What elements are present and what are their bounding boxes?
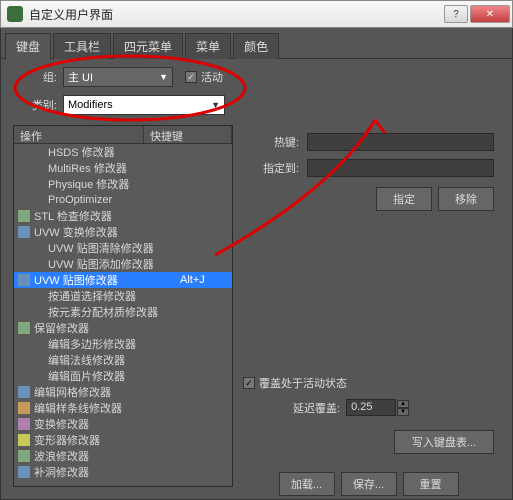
list-item[interactable]: 变形器修改器 bbox=[14, 432, 232, 448]
item-icon bbox=[18, 466, 30, 478]
write-keyboard-button[interactable]: 写入键盘表... bbox=[394, 430, 494, 454]
list-body[interactable]: HSDS 修改器MultiRes 修改器Physique 修改器 ProOptim… bbox=[14, 144, 232, 487]
list-item[interactable]: 补洞修改器 bbox=[14, 464, 232, 480]
override-label: 覆盖处于活动状态 bbox=[259, 375, 347, 391]
category-label: 类别: bbox=[11, 97, 57, 113]
active-label: 活动 bbox=[201, 69, 223, 85]
item-text: 编辑多边形修改器 bbox=[48, 336, 180, 352]
item-text: 按元素分配材质修改器 bbox=[48, 304, 180, 320]
item-text: 波浪修改器 bbox=[34, 448, 180, 464]
list-item[interactable]: 编辑多边形修改器 bbox=[14, 336, 232, 352]
tab-quadmenu[interactable]: 四元菜单 bbox=[113, 33, 183, 59]
category-value: Modifiers bbox=[68, 99, 113, 111]
assignto-label: 指定到: bbox=[243, 160, 299, 176]
assign-button[interactable]: 指定 bbox=[376, 187, 432, 211]
item-text: UVW 变换修改器 bbox=[34, 224, 180, 240]
item-icon bbox=[18, 322, 30, 334]
item-icon bbox=[18, 418, 30, 430]
delay-label: 延迟覆盖: bbox=[293, 400, 340, 416]
item-shortcut: Alt+J bbox=[180, 274, 230, 286]
item-icon bbox=[18, 274, 30, 286]
category-combo[interactable]: Modifiers ▼ bbox=[63, 95, 225, 115]
item-text: UVW 贴图清除修改器 bbox=[48, 240, 180, 256]
close-button[interactable]: ✕ bbox=[470, 5, 510, 23]
spin-down-icon[interactable]: ▼ bbox=[397, 408, 409, 416]
item-text: 按通道选择修改器 bbox=[48, 288, 180, 304]
save-button[interactable]: 保存... bbox=[341, 472, 397, 496]
tab-strip: 键盘 工具栏 四元菜单 菜单 颜色 bbox=[1, 28, 512, 59]
item-icon bbox=[18, 210, 30, 222]
item-text: MultiRes 修改器 bbox=[48, 160, 180, 176]
tab-menu[interactable]: 菜单 bbox=[185, 33, 231, 59]
item-text: 编辑法线修改器 bbox=[48, 352, 180, 368]
list-item[interactable]: Physique 修改器 bbox=[14, 176, 232, 192]
list-item[interactable]: 保留修改器 bbox=[14, 320, 232, 336]
group-label: 组: bbox=[11, 69, 57, 85]
active-checkbox[interactable]: ✓ bbox=[185, 71, 197, 83]
item-text: 保留修改器 bbox=[34, 320, 180, 336]
item-text: 编辑面片修改器 bbox=[48, 368, 180, 384]
list-item[interactable]: 按通道选择修改器 bbox=[14, 288, 232, 304]
group-value: 主 UI bbox=[68, 69, 93, 85]
tab-color[interactable]: 颜色 bbox=[233, 33, 279, 59]
item-text: UVW 贴图添加修改器 bbox=[48, 256, 180, 272]
action-list: 操作 快捷键 HSDS 修改器MultiRes 修改器Physique 修改器 P… bbox=[13, 125, 233, 487]
app-icon bbox=[7, 6, 23, 22]
list-item[interactable]: UVW 变换修改器 bbox=[14, 224, 232, 240]
item-text: HSDS 修改器 bbox=[48, 144, 180, 160]
list-item[interactable]: HSDS 修改器 bbox=[14, 144, 232, 160]
window-title: 自定义用户界面 bbox=[29, 6, 444, 23]
assignto-input[interactable] bbox=[307, 159, 494, 177]
remove-button[interactable]: 移除 bbox=[438, 187, 494, 211]
item-text: Physique 修改器 bbox=[48, 176, 180, 192]
list-item[interactable]: 波浪修改器 bbox=[14, 448, 232, 464]
item-text: 编辑样条线修改器 bbox=[34, 400, 180, 416]
item-text: 补洞修改器 bbox=[34, 464, 180, 480]
list-header: 操作 快捷键 bbox=[14, 126, 232, 144]
chevron-down-icon: ▼ bbox=[211, 100, 220, 110]
load-button[interactable]: 加载... bbox=[279, 472, 335, 496]
hotkey-label: 热键: bbox=[243, 134, 299, 150]
list-item[interactable]: 变换修改器 bbox=[14, 416, 232, 432]
list-item[interactable]: 编辑面片修改器 bbox=[14, 368, 232, 384]
item-icon bbox=[18, 386, 30, 398]
list-item[interactable]: ProOptimizer bbox=[14, 192, 232, 208]
item-text: 变形器修改器 bbox=[34, 432, 180, 448]
item-text: 编辑网格修改器 bbox=[34, 384, 180, 400]
override-checkbox[interactable]: ✓ bbox=[243, 377, 255, 389]
item-text: UVW 贴图修改器 bbox=[34, 272, 180, 288]
titlebar: 自定义用户界面 ? ✕ bbox=[0, 0, 513, 28]
item-icon bbox=[18, 402, 30, 414]
delay-value[interactable]: 0.25 bbox=[346, 399, 396, 416]
item-icon bbox=[18, 226, 30, 238]
reset-button[interactable]: 重置 bbox=[403, 472, 459, 496]
tab-keyboard[interactable]: 键盘 bbox=[5, 33, 51, 60]
tab-toolbar[interactable]: 工具栏 bbox=[53, 33, 111, 59]
list-item[interactable]: 编辑样条线修改器 bbox=[14, 400, 232, 416]
list-item[interactable]: MultiRes 修改器 bbox=[14, 160, 232, 176]
list-item[interactable]: STL 检查修改器 bbox=[14, 208, 232, 224]
item-text: STL 检查修改器 bbox=[34, 208, 180, 224]
item-icon bbox=[18, 450, 30, 462]
item-text: 变换修改器 bbox=[34, 416, 180, 432]
group-combo[interactable]: 主 UI ▼ bbox=[63, 67, 173, 87]
help-button[interactable]: ? bbox=[444, 5, 468, 23]
delay-spinner[interactable]: 0.25 ▲ ▼ bbox=[346, 399, 409, 416]
list-item[interactable]: UVW 贴图修改器Alt+J bbox=[14, 272, 232, 288]
col-action[interactable]: 操作 bbox=[14, 126, 144, 143]
list-item[interactable]: 按元素分配材质修改器 bbox=[14, 304, 232, 320]
item-text: ProOptimizer bbox=[48, 194, 180, 206]
list-item[interactable]: UVW 贴图清除修改器 bbox=[14, 240, 232, 256]
item-icon bbox=[18, 434, 30, 446]
hotkey-input[interactable] bbox=[307, 133, 494, 151]
list-item[interactable]: UVW 贴图添加修改器 bbox=[14, 256, 232, 272]
list-item[interactable]: 编辑网格修改器 bbox=[14, 384, 232, 400]
chevron-down-icon: ▼ bbox=[159, 72, 168, 82]
col-shortcut[interactable]: 快捷键 bbox=[144, 126, 232, 143]
spin-up-icon[interactable]: ▲ bbox=[397, 400, 409, 408]
list-item[interactable]: 编辑法线修改器 bbox=[14, 352, 232, 368]
